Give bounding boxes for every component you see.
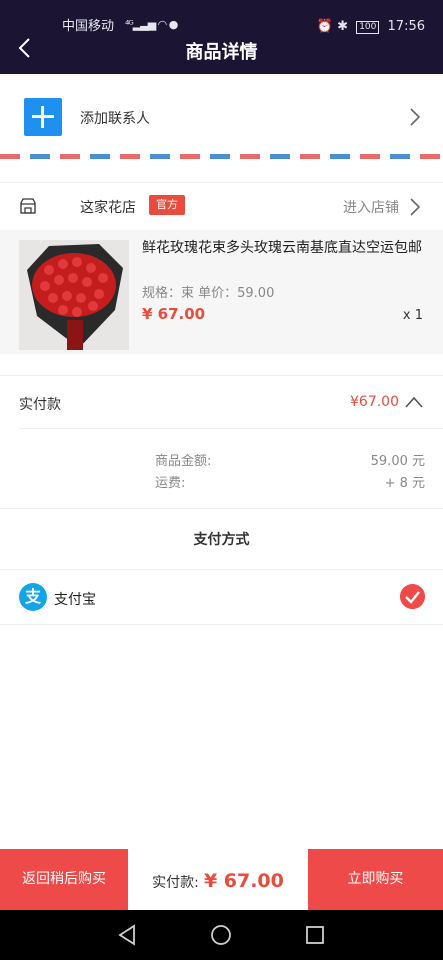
status-bar: 中国移动 ⁴ᴳ▂▃▅ ◠ ● ⏰ ✱ 100 17:56 (0, 0, 443, 34)
product-spec: 规格：束 单价：59.00 (142, 286, 275, 301)
alarm-icon: ⏰ (316, 19, 334, 34)
shop-name: 这家花店 (80, 200, 136, 216)
checkout-bar: 返回稍后购买 实付款: ¥ 67.00 立即购买 (0, 849, 443, 910)
total-value: ¥ 67.00 (203, 870, 284, 892)
top-bar: 中国移动 ⁴ᴳ▂▃▅ ◠ ● ⏰ ✱ 100 17:56 商品详情 (0, 0, 443, 74)
freight-label: 运费: (155, 476, 186, 491)
freight-value: + 8 元 (384, 476, 425, 491)
chevron-up-icon[interactable] (405, 395, 423, 409)
plus-icon (24, 98, 62, 136)
amount-row[interactable]: 实付款 ¥67.00 (0, 375, 443, 429)
nav-home-icon[interactable] (210, 924, 232, 946)
total-label: 实付款: (152, 875, 199, 891)
nav-back-icon[interactable] (116, 924, 138, 946)
amount-value: ¥67.00 (350, 394, 399, 410)
buy-now-button[interactable]: 立即购买 (308, 849, 443, 910)
official-badge: 官方 (149, 195, 185, 215)
check-icon[interactable] (400, 584, 425, 609)
product-quantity: x 1 (402, 308, 423, 323)
product-image (19, 240, 129, 350)
add-contact-label: 添加联系人 (80, 111, 150, 127)
enter-shop-link[interactable]: 进入店铺 (343, 197, 399, 217)
bluetooth-icon: ✱ (337, 19, 349, 34)
page-title: 商品详情 (185, 42, 258, 63)
battery-icon: 100 (356, 21, 380, 34)
carrier-label: 中国移动 (62, 19, 115, 34)
buy-later-button[interactable]: 返回稍后购买 (0, 849, 128, 910)
product-price: ¥ 67.00 (142, 305, 206, 323)
chevron-right-icon (410, 198, 421, 216)
goods-amount-value: 59.00 元 (370, 454, 425, 469)
alipay-option[interactable]: 支 支付宝 (0, 571, 443, 625)
alipay-icon: 支 (19, 583, 47, 611)
store-icon (20, 198, 36, 214)
shop-row[interactable]: 这家花店 官方 进入店铺 (0, 182, 443, 230)
add-contact-row[interactable]: 添加联系人 (0, 74, 443, 158)
chevron-right-icon (410, 108, 421, 126)
system-nav-bar (0, 910, 443, 960)
signal-icon: ⁴ᴳ▂▃▅ ◠ ● (125, 18, 178, 31)
amount-label: 实付款 (19, 397, 61, 413)
product-name: 鲜花玫瑰花束多头玫瑰云南基底直达空运包邮 (142, 240, 422, 256)
alipay-label: 支付宝 (54, 592, 96, 608)
clock-label: 17:56 (387, 19, 425, 34)
product-card[interactable]: 鲜花玫瑰花束多头玫瑰云南基底直达空运包邮 规格：束 单价：59.00 ¥ 67.… (0, 230, 443, 354)
total-amount: 实付款: ¥ 67.00 (128, 849, 308, 910)
divider (19, 428, 443, 429)
status-right: ⏰ ✱ 100 17:56 (317, 19, 425, 35)
nav-recents-icon[interactable] (304, 924, 326, 946)
envelope-divider (0, 154, 443, 159)
goods-amount-label: 商品金额: (155, 454, 212, 469)
payment-method-title: 支付方式 (0, 508, 443, 570)
